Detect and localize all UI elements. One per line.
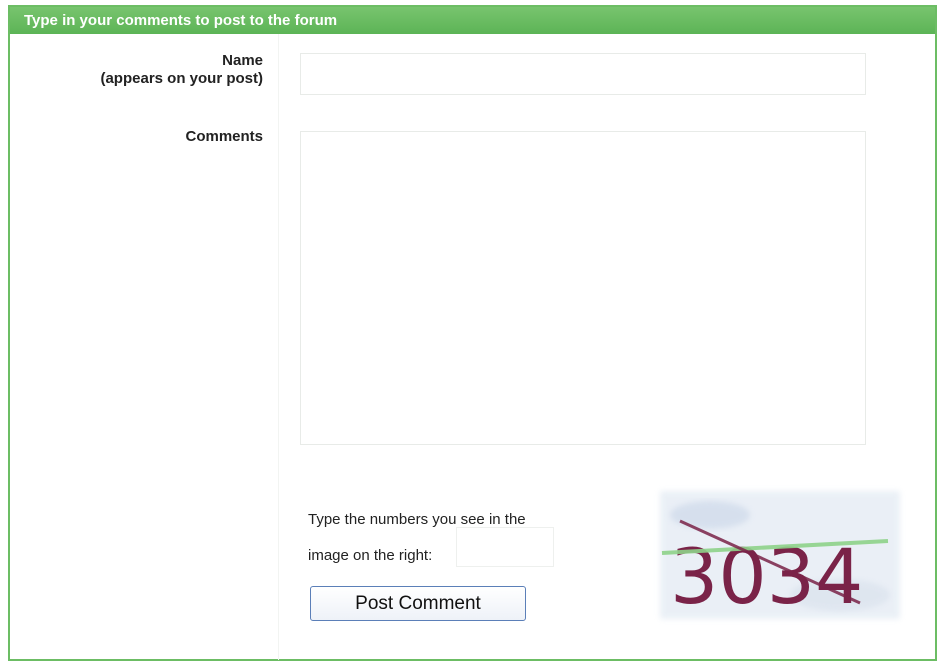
captcha-image: 3034 [650,485,906,625]
forum-comment-form: Type in your comments to post to the for… [8,5,937,661]
comments-textarea[interactable] [300,131,866,445]
form-header: Type in your comments to post to the for… [10,7,935,34]
post-comment-button[interactable]: Post Comment [310,586,526,621]
comments-label: Comments [185,128,263,145]
name-label-title: Name [222,52,263,69]
column-divider [278,34,279,660]
captcha-input[interactable] [456,527,554,567]
name-label-hint: (appears on your post) [100,70,263,87]
name-label: Name (appears on your post) [100,52,263,88]
name-input[interactable] [300,53,866,95]
